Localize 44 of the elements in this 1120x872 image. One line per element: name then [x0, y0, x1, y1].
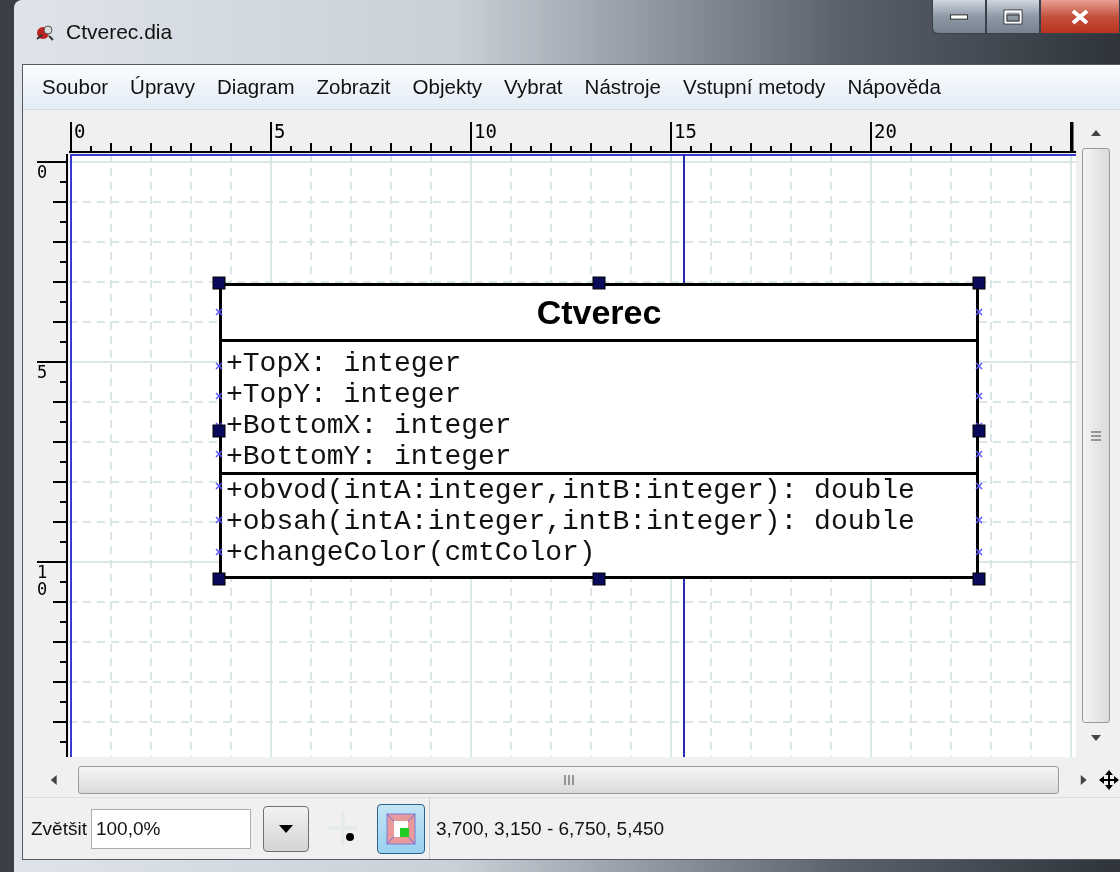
menu-item[interactable]: Soubor: [33, 71, 118, 103]
zoom-label: Zvětšit: [31, 817, 87, 840]
maximize-icon: [1002, 7, 1024, 26]
class-operation: +changeColor(cmtColor): [225, 537, 597, 568]
selection-coordinates: 3,700, 3,150 - 6,750, 5,450: [428, 798, 1114, 859]
close-button[interactable]: [1040, 0, 1120, 34]
class-operation: +obvod(intA:integer,intB:integer): double: [225, 475, 916, 506]
ruler-label: 0: [74, 120, 86, 142]
ruler-label: 10: [37, 562, 48, 599]
class-operation: +obsah(intA:integer,intB:integer): double: [225, 506, 916, 537]
menu-item[interactable]: Úpravy: [121, 71, 205, 103]
diagram-canvas[interactable]: Ctverec +TopX: integer +TopY: integer +BottomX: integer +BottomY: integer +obvod(intA:integer,intB:integer): double +obsah(intA:integer,intB:integer): double +changeColor(cmtColor): [69, 154, 1076, 757]
grid-icon: [325, 809, 360, 848]
maximize-button[interactable]: [986, 0, 1040, 34]
menu-item[interactable]: Vybrat: [495, 71, 572, 103]
ruler-label: 0: [37, 162, 48, 182]
menu-item[interactable]: Nápověda: [838, 71, 950, 103]
ruler-label: 5: [274, 120, 286, 142]
uml-class[interactable]: Ctverec +TopX: integer +TopY: integer +BottomX: integer +BottomY: integer +obvod(intA:integer,intB:integer): double +obsah(intA:integer,intB:integer): double +changeColor(cmtColor): [219, 283, 979, 579]
ruler-label: 20: [874, 120, 897, 142]
class-attribute: +BottomY: integer: [225, 441, 513, 472]
minimize-button[interactable]: [932, 0, 986, 34]
ruler-label: 10: [474, 120, 497, 142]
zoom-dropdown-button[interactable]: [262, 805, 309, 852]
ruler-label: 15: [674, 120, 697, 142]
scroll-thumb[interactable]: [78, 766, 1059, 794]
menu-item[interactable]: Zobrazit: [307, 71, 400, 103]
window-title: Ctverec.dia: [66, 20, 173, 44]
scroll-thumb[interactable]: [1082, 148, 1110, 723]
class-name: Ctverec: [222, 286, 976, 342]
caret-icon: [278, 824, 293, 833]
menu-item[interactable]: Diagram: [208, 71, 304, 103]
class-attribute: +BottomX: integer: [225, 410, 513, 441]
zoom-field[interactable]: 100,0%: [90, 808, 251, 849]
ruler-label: 5: [37, 362, 48, 382]
menu-item[interactable]: Vstupní metody: [673, 71, 835, 103]
close-icon: [1069, 7, 1091, 26]
menu-item[interactable]: Nástroje: [575, 71, 670, 103]
move-icon[interactable]: [1098, 769, 1120, 791]
menu-item[interactable]: Objekty: [403, 71, 492, 103]
class-attribute: +TopY: integer: [225, 379, 463, 410]
minimize-icon: [950, 13, 968, 20]
toggle-button[interactable]: [376, 803, 425, 854]
class-attribute: +TopX: integer: [225, 348, 463, 379]
